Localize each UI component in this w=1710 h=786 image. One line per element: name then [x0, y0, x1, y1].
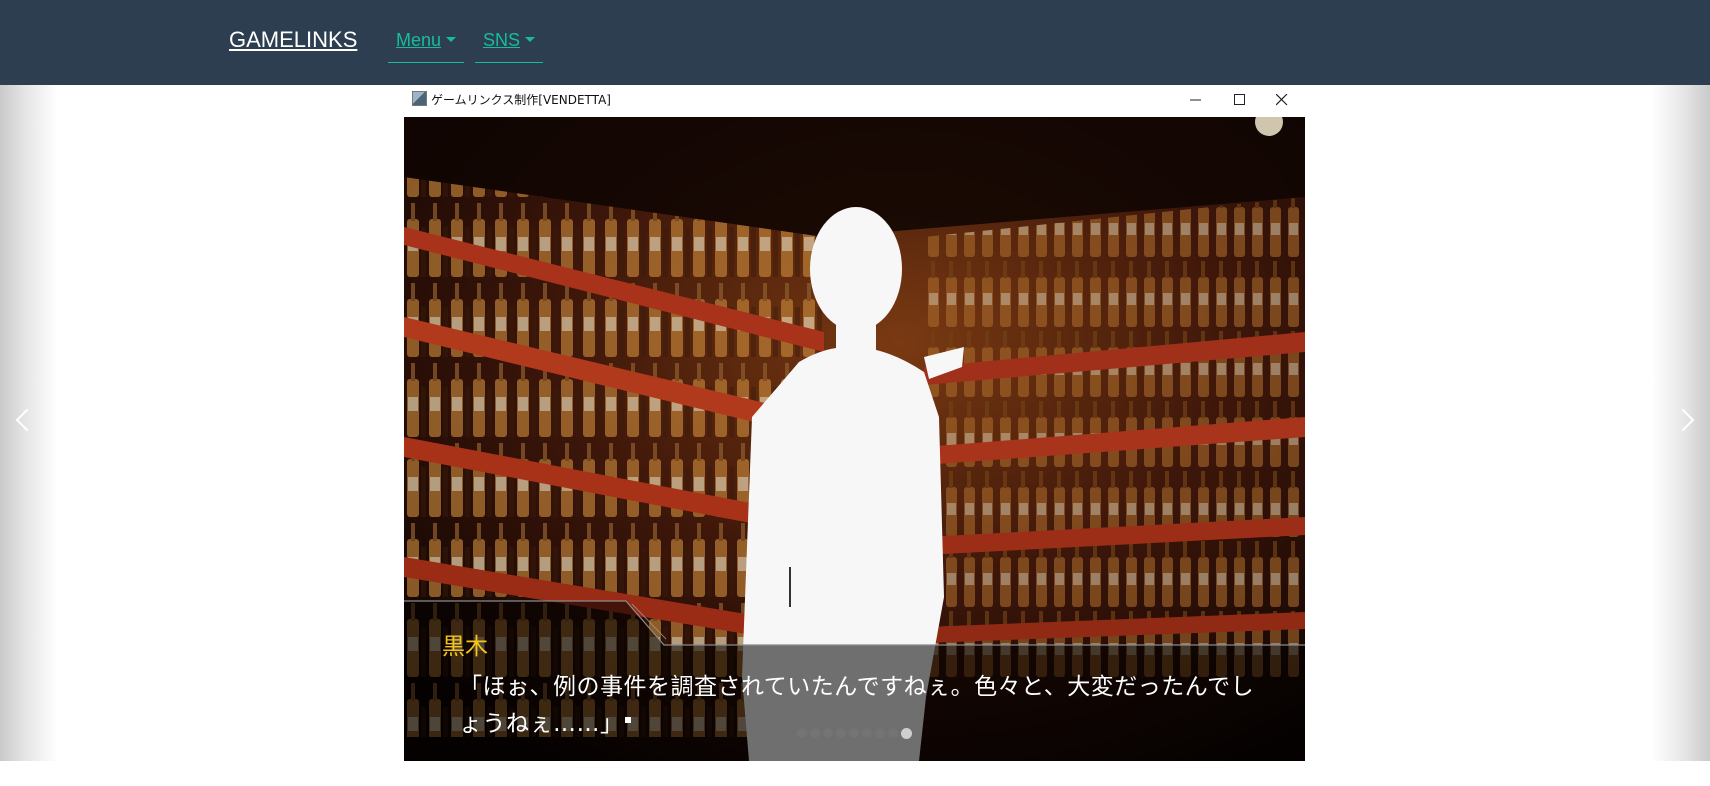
sns-dropdown[interactable]: SNS — [475, 26, 544, 63]
navbar: GAMELINKS Menu SNS — [0, 0, 1710, 85]
caret-down-icon — [525, 37, 536, 42]
minimize-icon — [1190, 99, 1201, 101]
screenshot-carousel: ゲームリンクス制作[VENDETTA] 黒木 「ほぉ、例の事件を調査されていたん… — [0, 85, 1710, 761]
carousel-indicator-dot[interactable] — [888, 728, 898, 738]
caret-down-icon — [446, 37, 457, 42]
maximize-button[interactable] — [1220, 87, 1260, 113]
carousel-indicator-dot[interactable] — [901, 728, 912, 739]
app-window-icon — [412, 91, 427, 106]
carousel-indicator-dot[interactable] — [823, 728, 833, 738]
brand-link[interactable]: GAMELINKS — [229, 27, 357, 53]
carousel-indicator-dot[interactable] — [875, 728, 885, 738]
chevron-right-icon — [1671, 408, 1695, 432]
bar-background-image — [404, 117, 1305, 761]
window-titlebar: ゲームリンクス制作[VENDETTA] — [404, 85, 1305, 117]
close-icon — [1276, 94, 1288, 106]
carousel-indicator-dot[interactable] — [862, 728, 872, 738]
carousel-indicator-dot[interactable] — [849, 728, 859, 738]
carousel-indicator-dot[interactable] — [797, 728, 807, 738]
menu-dropdown[interactable]: Menu — [388, 26, 465, 63]
carousel-indicator-dot[interactable] — [836, 728, 846, 738]
carousel-prev-control[interactable] — [0, 85, 58, 761]
minimize-button[interactable] — [1176, 87, 1216, 113]
carousel-next-control[interactable] — [1652, 85, 1710, 761]
game-scene: 黒木 「ほぉ、例の事件を調査されていたんですねぇ。色々と、大変だったんでし ょう… — [404, 117, 1305, 761]
menu-label: Menu — [396, 30, 442, 50]
speaker-name: 黒木 — [442, 634, 488, 660]
maximize-icon — [1234, 94, 1245, 105]
window-title: ゲームリンクス制作[VENDETTA] — [431, 93, 611, 107]
carousel-indicators — [797, 728, 912, 740]
chevron-left-icon — [15, 408, 39, 432]
dialogue-line-1: 「ほぉ、例の事件を調査されていたんですねぇ。色々と、大変だったんでし — [459, 674, 1255, 700]
game-window-screenshot: ゲームリンクス制作[VENDETTA] 黒木 「ほぉ、例の事件を調査されていたん… — [404, 85, 1305, 761]
close-button[interactable] — [1262, 87, 1302, 113]
text-advance-icon — [625, 717, 631, 723]
carousel-indicator-dot[interactable] — [810, 728, 820, 738]
sns-label: SNS — [483, 30, 521, 50]
